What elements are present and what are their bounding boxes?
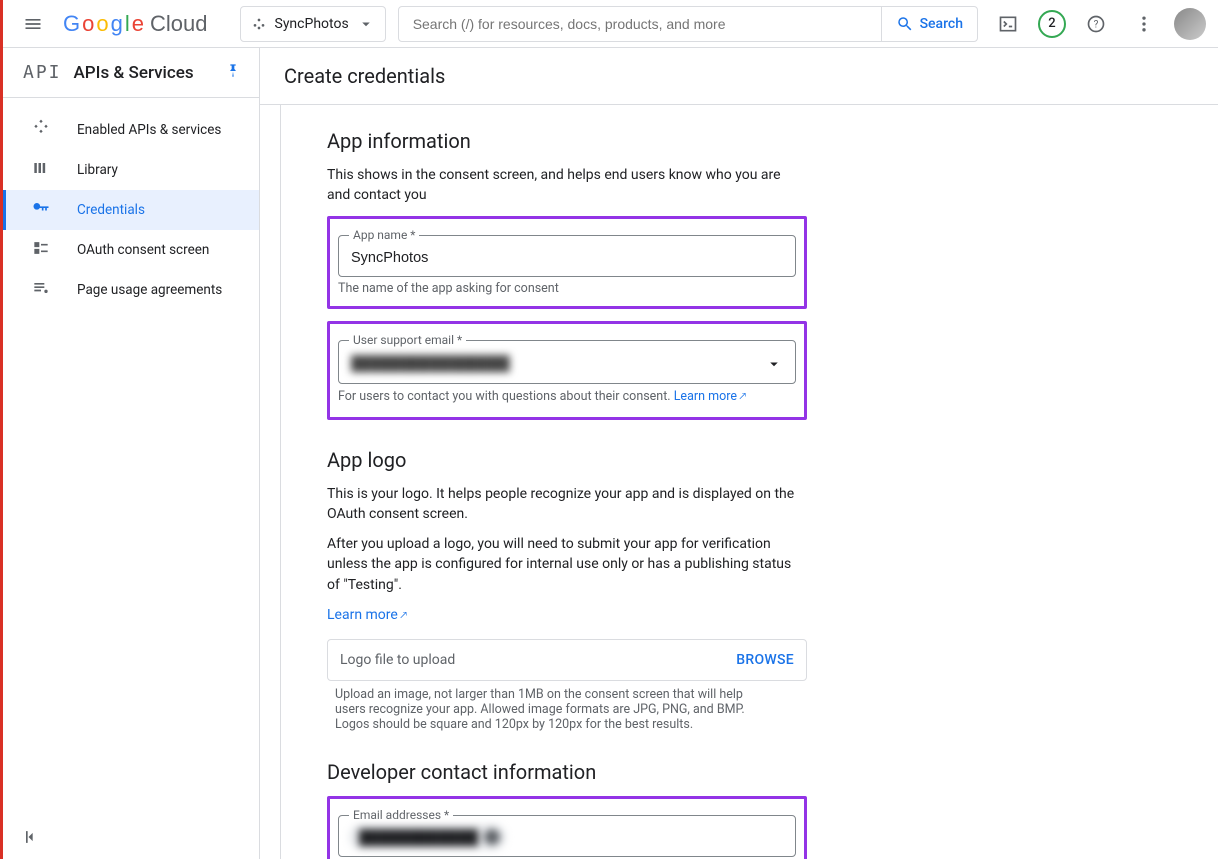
app-name-hint: The name of the app asking for consent <box>338 281 796 296</box>
help-icon: ? <box>1086 14 1106 34</box>
pin-icon <box>225 63 241 79</box>
app-info-heading: App information <box>327 129 807 153</box>
external-link-icon: 🡕 <box>400 609 407 622</box>
terminal-icon <box>998 14 1018 34</box>
project-name: SyncPhotos <box>275 16 349 32</box>
logo-cloud-text: Cloud <box>150 11 207 37</box>
app-name-label: App name * <box>349 228 419 242</box>
dev-email-group: Email addresses * ████████████ These ema… <box>327 796 807 859</box>
layout: API APIs & Services Enabled APIs & servi… <box>3 48 1218 859</box>
kebab-icon <box>1134 14 1154 34</box>
dev-email-field[interactable]: Email addresses * ████████████ <box>338 815 796 857</box>
support-email-value: ████████████████ <box>351 355 510 372</box>
consent-icon <box>31 238 51 258</box>
support-email-label: User support email * <box>349 333 466 347</box>
logo-upload-hint: Upload an image, not larger than 1MB on … <box>327 687 767 732</box>
agreement-icon <box>31 278 51 298</box>
section-developer-contact: Developer contact information Email addr… <box>327 760 807 859</box>
support-email-learn-more[interactable]: Learn more🡕 <box>674 389 747 404</box>
support-email-group: User support email * ████████████████ Fo… <box>327 321 807 420</box>
chevron-left-icon <box>21 827 41 847</box>
help-button[interactable]: ? <box>1078 6 1114 42</box>
hamburger-icon <box>23 14 43 34</box>
cloud-shell-button[interactable] <box>990 6 1026 42</box>
account-avatar[interactable] <box>1174 8 1206 40</box>
app-info-desc: This shows in the consent screen, and he… <box>327 165 807 206</box>
collapse-sidebar-button[interactable] <box>21 827 41 851</box>
app-logo-desc1: This is your logo. It helps people recog… <box>327 484 807 525</box>
project-selector[interactable]: SyncPhotos <box>240 6 386 42</box>
sidebar-item-oauth-consent[interactable]: OAuth consent screen <box>3 230 259 270</box>
top-bar: Google Cloud SyncPhotos Search 2 ? <box>3 0 1218 48</box>
section-app-information: App information This shows in the consen… <box>327 129 807 420</box>
main: Create credentials App information This … <box>260 48 1218 859</box>
app-name-input[interactable] <box>351 250 783 266</box>
browse-button[interactable]: BROWSE <box>736 652 794 668</box>
chevron-down-icon <box>357 15 375 33</box>
app-logo-desc2: After you upload a logo, you will need t… <box>327 534 807 595</box>
product-glyph: API <box>23 62 62 83</box>
search-button-label: Search <box>920 16 963 32</box>
svg-text:?: ? <box>1094 19 1099 30</box>
chevron-down-icon <box>765 355 783 373</box>
search-button[interactable]: Search <box>881 7 977 41</box>
sidebar-item-credentials[interactable]: Credentials <box>3 190 259 230</box>
library-icon <box>31 158 51 178</box>
grid-icon <box>31 118 51 138</box>
project-icon <box>251 16 267 32</box>
remove-chip-icon[interactable] <box>484 829 500 845</box>
sidebar-item-label: Enabled APIs & services <box>77 122 221 138</box>
nav-list: Enabled APIs & services Library Credenti… <box>3 98 259 310</box>
page-title: Create credentials <box>260 48 1218 105</box>
support-email-select[interactable]: User support email * ████████████████ <box>338 340 796 384</box>
nav-menu-button[interactable] <box>15 6 51 42</box>
content: App information This shows in the consen… <box>280 105 1218 859</box>
search-bar: Search <box>398 6 978 42</box>
logo-upload-label: Logo file to upload <box>340 652 455 668</box>
external-link-icon: 🡕 <box>739 390 746 403</box>
sidebar-item-label: Library <box>77 162 118 178</box>
section-app-logo: App logo This is your logo. It helps peo… <box>327 448 807 733</box>
sidebar-item-label: Page usage agreements <box>77 282 222 298</box>
logo-upload-row: Logo file to upload BROWSE <box>327 639 807 681</box>
trial-count: 2 <box>1048 16 1055 31</box>
email-chip[interactable]: ████████████ <box>349 824 506 850</box>
app-name-field: App name * <box>338 235 796 277</box>
sidebar-item-library[interactable]: Library <box>3 150 259 190</box>
sidebar-title: APIs & Services <box>74 63 213 83</box>
sidebar-item-enabled-apis[interactable]: Enabled APIs & services <box>3 110 259 150</box>
pin-button[interactable] <box>225 63 241 83</box>
support-email-hint: For users to contact you with questions … <box>338 388 796 407</box>
app-logo-heading: App logo <box>327 448 807 472</box>
sidebar-header: API APIs & Services <box>3 48 259 98</box>
search-input[interactable] <box>399 16 881 32</box>
dev-contact-heading: Developer contact information <box>327 760 807 784</box>
search-icon <box>896 15 914 33</box>
dev-email-label: Email addresses * <box>349 808 453 822</box>
sidebar-item-label: OAuth consent screen <box>77 242 209 258</box>
app-name-group: App name * The name of the app asking fo… <box>327 216 807 309</box>
support-email-hint-text: For users to contact you with questions … <box>338 389 671 404</box>
sidebar: API APIs & Services Enabled APIs & servi… <box>3 48 260 859</box>
more-menu-button[interactable] <box>1126 6 1162 42</box>
sidebar-item-page-usage[interactable]: Page usage agreements <box>3 270 259 310</box>
google-cloud-logo[interactable]: Google Cloud <box>63 11 208 37</box>
app-logo-learn-more[interactable]: Learn more🡕 <box>327 607 407 623</box>
notification-badge[interactable]: 2 <box>1038 10 1066 38</box>
key-icon <box>31 198 51 218</box>
sidebar-item-label: Credentials <box>77 202 145 218</box>
